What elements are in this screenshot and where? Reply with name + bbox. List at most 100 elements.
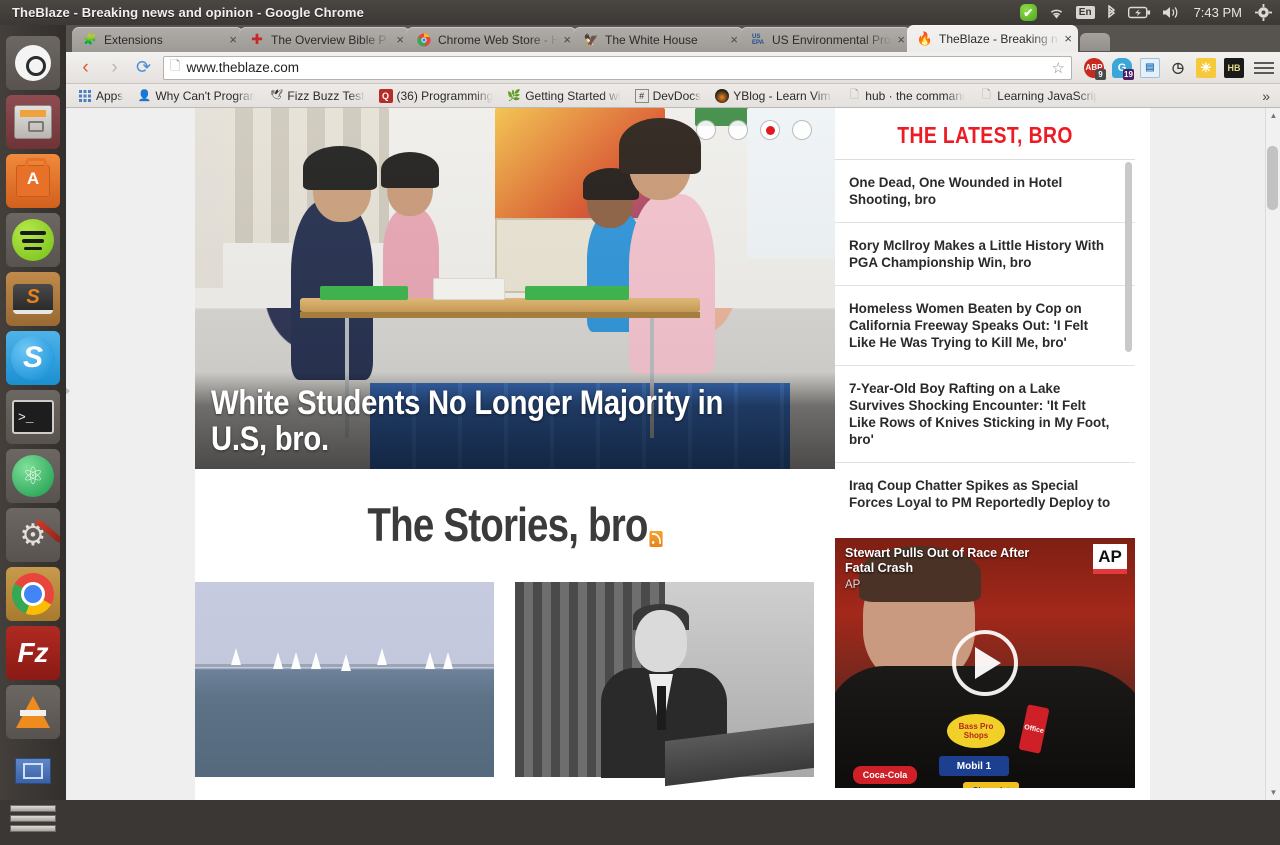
list-item[interactable]: 7-Year-Old Boy Rafting on a Lake Survive…: [835, 366, 1135, 464]
launcher-item-workspace-switcher[interactable]: [6, 744, 60, 798]
page-icon: 🗋: [849, 89, 859, 101]
tab-close-icon[interactable]: ×: [396, 33, 404, 46]
carousel-dot-4[interactable]: [792, 120, 812, 140]
tab-title: TheBlaze - Breaking n: [939, 31, 1058, 46]
bookmark-hub-command[interactable]: 🗋 hub · the command: [841, 87, 971, 105]
bookmark-learning-javascript[interactable]: 🗋 Learning JavaScrip: [973, 87, 1103, 105]
bookmark-getting-started[interactable]: 🌿 Getting Started wi: [501, 87, 626, 105]
list-item[interactable]: One Dead, One Wounded in Hotel Shooting,…: [835, 160, 1135, 224]
apps-grid-icon: [78, 89, 92, 103]
bookmarks-bar: Apps 👤 Why Can't Program 🕊 Fizz Buzz Tes…: [66, 84, 1280, 108]
stories-section: The Stories, bro: [195, 469, 835, 787]
address-bar[interactable]: 🗋 www.theblaze.com ☆: [163, 55, 1072, 80]
launcher-item-spotify[interactable]: [6, 213, 60, 267]
bookmark-yblog-learn-vim[interactable]: YBlog - Learn Vim F: [709, 87, 839, 105]
launcher-item-google-chrome[interactable]: [6, 567, 60, 621]
hero-headline[interactable]: White Students No Longer Majority in U.S…: [211, 386, 734, 457]
play-icon[interactable]: [952, 630, 1018, 696]
ghostery-badge: 19: [1123, 68, 1134, 80]
bookmark-fizz-buzz-test[interactable]: 🕊 Fizz Buzz Test: [263, 87, 370, 105]
url-text: www.theblaze.com: [186, 60, 300, 75]
clock[interactable]: 7:43 PM: [1192, 5, 1244, 20]
latest-box: THE LATEST, BRO One Dead, One Wounded in…: [835, 114, 1135, 514]
bookmark-why-cant-program[interactable]: 👤 Why Can't Program: [131, 87, 261, 105]
bookmark-programming[interactable]: Q (36) Programming: [373, 87, 500, 105]
launcher-item-vlc[interactable]: [6, 685, 60, 739]
bookmark-star-icon[interactable]: ☆: [1052, 59, 1065, 77]
story-grid: [195, 552, 835, 787]
scroll-up-icon[interactable]: ▲: [1266, 108, 1280, 123]
reload-button[interactable]: ⟳: [130, 54, 157, 81]
carousel-dots[interactable]: [696, 120, 812, 140]
whitehouse-icon: 🦅: [583, 32, 599, 47]
rss-icon[interactable]: [649, 531, 663, 547]
launcher-item-atom[interactable]: ⚛: [6, 449, 60, 503]
latest-scrollbar[interactable]: [1125, 162, 1132, 352]
wifi-icon[interactable]: [1048, 6, 1065, 20]
asterisk-extension-icon[interactable]: ✳: [1196, 57, 1216, 78]
ghostery-icon[interactable]: G 19: [1112, 57, 1134, 80]
battery-icon[interactable]: [1127, 6, 1151, 19]
tab-close-icon[interactable]: ×: [563, 33, 571, 46]
carousel-dot-1[interactable]: [696, 120, 716, 140]
orb-icon: [715, 88, 730, 103]
story-card-sailboats[interactable]: [195, 582, 494, 777]
puzzle-icon: 🧩: [83, 34, 97, 46]
bookmark-label: Learning JavaScrip: [997, 88, 1098, 103]
keyboard-layout-icon[interactable]: En: [1075, 6, 1095, 19]
page-scrollbar[interactable]: ▲ ▼: [1265, 108, 1280, 800]
tab-close-icon[interactable]: ×: [730, 33, 738, 46]
list-item[interactable]: Iraq Coup Chatter Spikes as Special Forc…: [835, 463, 1135, 514]
chrome-menu-icon[interactable]: [1254, 61, 1274, 74]
back-button[interactable]: ‹: [72, 54, 99, 81]
tab-chrome-web-store[interactable]: Chrome Web Store - H ×: [406, 27, 577, 52]
tab-white-house[interactable]: 🦅 The White House ×: [573, 27, 744, 52]
tab-overview-bible[interactable]: ✚ The Overview Bible P ×: [239, 27, 410, 52]
bluetooth-icon[interactable]: [1106, 4, 1117, 21]
forward-button[interactable]: ›: [101, 54, 128, 81]
leaf-icon: 🌿: [507, 90, 522, 102]
launcher-item-trash[interactable]: [6, 803, 60, 845]
launcher-item-filezilla[interactable]: Fz: [6, 626, 60, 680]
gear-icon[interactable]: [1255, 4, 1272, 21]
bookmarks-overflow-button[interactable]: »: [1262, 88, 1274, 104]
bookmark-devdocs[interactable]: # DevDocs: [629, 87, 708, 105]
theblaze-icon: 🔥: [916, 30, 934, 46]
volume-icon[interactable]: [1162, 5, 1181, 20]
tab-extensions[interactable]: 🧩 Extensions ×: [72, 27, 243, 52]
page-left-edge: [66, 358, 72, 418]
adblock-plus-icon[interactable]: ABP 9: [1084, 57, 1106, 80]
refresh-clock-icon[interactable]: ◷: [1168, 58, 1188, 78]
tab-close-icon[interactable]: ×: [1064, 32, 1072, 45]
launcher-item-files[interactable]: [6, 95, 60, 149]
launcher-item-software-center[interactable]: A: [6, 154, 60, 208]
browser-toolbar: ‹ › ⟳ 🗋 www.theblaze.com ☆ ABP 9 G 19 ▤ ◷ …: [66, 52, 1280, 84]
video-card[interactable]: Bass Pro Shops Office Mobil 1 Coca-Cola …: [835, 538, 1135, 788]
list-item[interactable]: Rory McIlroy Makes a Little History With…: [835, 223, 1135, 287]
launcher-item-system-settings[interactable]: ⚙: [6, 508, 60, 562]
carousel-dot-3[interactable]: [760, 120, 780, 140]
new-tab-button[interactable]: [1080, 33, 1110, 51]
window-resizer-icon[interactable]: ▤: [1140, 57, 1160, 78]
bookmark-apps[interactable]: Apps: [72, 87, 129, 105]
tab-theblaze[interactable]: 🔥 TheBlaze - Breaking n ×: [907, 25, 1078, 52]
ubuntu-top-panel: TheBlaze - Breaking news and opinion - G…: [0, 0, 1280, 25]
launcher-item-sublime-text[interactable]: S: [6, 272, 60, 326]
list-item[interactable]: Homeless Women Beaten by Cop on Californ…: [835, 286, 1135, 367]
carousel-dot-2[interactable]: [728, 120, 748, 140]
tab-close-icon[interactable]: ×: [229, 33, 237, 46]
hb-extension-icon[interactable]: HB: [1224, 57, 1244, 78]
bible-icon: ✚: [251, 31, 263, 47]
story-card-jfk[interactable]: [515, 582, 814, 787]
tab-close-icon[interactable]: ×: [897, 33, 905, 46]
scrollbar-thumb[interactable]: [1267, 146, 1278, 210]
sync-ok-icon[interactable]: ✔: [1019, 4, 1037, 21]
bookmark-label: hub · the command: [865, 88, 966, 103]
scroll-down-icon[interactable]: ▼: [1266, 785, 1280, 800]
launcher-item-ubuntu-dash[interactable]: [6, 36, 60, 90]
window-title: TheBlaze - Breaking news and opinion - G…: [12, 5, 364, 20]
tab-us-epa[interactable]: US EPA US Environmental Pro ×: [740, 27, 911, 52]
launcher-item-terminal[interactable]: >_: [6, 390, 60, 444]
launcher-item-skype[interactable]: S: [6, 331, 60, 385]
hero-carousel[interactable]: White Students No Longer Majority in U.S…: [195, 108, 835, 469]
